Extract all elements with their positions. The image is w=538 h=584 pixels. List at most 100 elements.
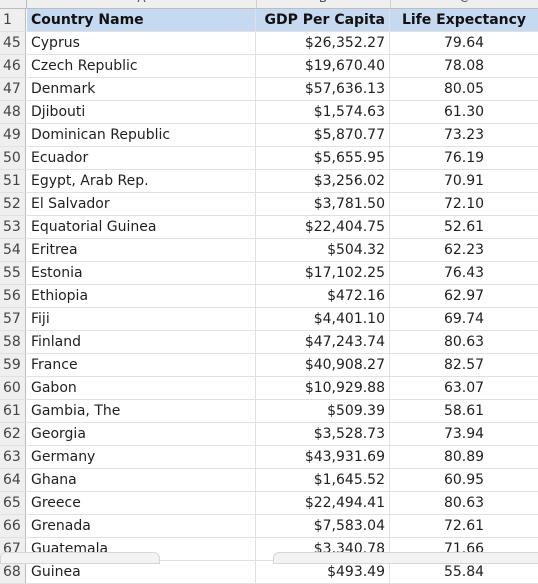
cell-gdp-per-capita[interactable]: $1,645.52 bbox=[256, 469, 390, 491]
cell-gdp-per-capita[interactable]: $7,583.04 bbox=[256, 515, 390, 537]
cell-gdp-per-capita[interactable]: $1,574.63 bbox=[256, 101, 390, 123]
cell-gdp-per-capita[interactable]: $43,931.69 bbox=[256, 446, 390, 468]
cell-life-expectancy[interactable]: 70.91 bbox=[390, 170, 538, 192]
row-number[interactable]: 54 bbox=[0, 239, 26, 261]
cell-life-expectancy[interactable]: 62.23 bbox=[390, 239, 538, 261]
cell-gdp-per-capita[interactable]: $22,494.41 bbox=[256, 492, 390, 514]
cell-country-name[interactable]: Czech Republic bbox=[27, 55, 256, 77]
row-number[interactable]: 53 bbox=[0, 216, 26, 238]
cell-life-expectancy[interactable]: 80.89 bbox=[390, 446, 538, 468]
cell-life-expectancy[interactable]: 72.10 bbox=[390, 193, 538, 215]
cell-life-expectancy[interactable]: 63.07 bbox=[390, 377, 538, 399]
cell-life-expectancy[interactable]: 79.64 bbox=[390, 32, 538, 54]
cell-country-name[interactable]: Greece bbox=[27, 492, 256, 514]
cell-life-expectancy[interactable]: 76.19 bbox=[390, 147, 538, 169]
cell-life-expectancy[interactable]: 80.63 bbox=[390, 492, 538, 514]
cell-gdp-per-capita[interactable]: $22,404.75 bbox=[256, 216, 390, 238]
row-number[interactable]: 57 bbox=[0, 308, 26, 330]
cell-country-name[interactable]: France bbox=[27, 354, 256, 376]
cell-life-expectancy[interactable]: 78.08 bbox=[390, 55, 538, 77]
cell-life-expectancy[interactable]: 82.57 bbox=[390, 354, 538, 376]
header-cell-country-name[interactable]: Country Name bbox=[27, 9, 256, 31]
row-number[interactable]: 56 bbox=[0, 285, 26, 307]
row-number[interactable]: 46 bbox=[0, 55, 26, 77]
cell-gdp-per-capita[interactable]: $57,636.13 bbox=[256, 78, 390, 100]
cell-life-expectancy[interactable]: 55.84 bbox=[390, 561, 538, 583]
cell-life-expectancy[interactable]: 72.61 bbox=[390, 515, 538, 537]
cell-gdp-per-capita[interactable]: $509.39 bbox=[256, 400, 390, 422]
cell-country-name[interactable]: Estonia bbox=[27, 262, 256, 284]
cell-country-name[interactable]: Grenada bbox=[27, 515, 256, 537]
row-number[interactable]: 55 bbox=[0, 262, 26, 284]
cell-gdp-per-capita[interactable]: $4,401.10 bbox=[256, 308, 390, 330]
cell-country-name[interactable]: Eritrea bbox=[27, 239, 256, 261]
cell-country-name[interactable]: Ecuador bbox=[27, 147, 256, 169]
cell-country-name[interactable]: Denmark bbox=[27, 78, 256, 100]
cell-life-expectancy[interactable]: 76.43 bbox=[390, 262, 538, 284]
row-number[interactable]: 60 bbox=[0, 377, 26, 399]
cell-gdp-per-capita[interactable]: $3,781.50 bbox=[256, 193, 390, 215]
cell-gdp-per-capita[interactable]: $5,655.95 bbox=[256, 147, 390, 169]
cell-life-expectancy[interactable]: 80.63 bbox=[390, 331, 538, 353]
cell-country-name[interactable]: Georgia bbox=[27, 423, 256, 445]
cell-country-name[interactable]: Germany bbox=[27, 446, 256, 468]
row-number[interactable]: 45 bbox=[0, 32, 26, 54]
cell-gdp-per-capita[interactable]: $493.49 bbox=[256, 561, 390, 583]
row-number[interactable]: 58 bbox=[0, 331, 26, 353]
cell-country-name[interactable]: Egypt, Arab Rep. bbox=[27, 170, 256, 192]
row-number[interactable]: 51 bbox=[0, 170, 26, 192]
row-number[interactable]: 62 bbox=[0, 423, 26, 445]
row-number[interactable]: 66 bbox=[0, 515, 26, 537]
cell-gdp-per-capita[interactable]: $504.32 bbox=[256, 239, 390, 261]
column-separator[interactable] bbox=[390, 0, 391, 8]
cell-country-name[interactable]: Gambia, The bbox=[27, 400, 256, 422]
cell-life-expectancy[interactable]: 60.95 bbox=[390, 469, 538, 491]
cell-gdp-per-capita[interactable]: $19,670.40 bbox=[256, 55, 390, 77]
cell-country-name[interactable]: Fiji bbox=[27, 308, 256, 330]
cell-country-name[interactable]: Equatorial Guinea bbox=[27, 216, 256, 238]
row-number[interactable]: 1 bbox=[0, 9, 26, 31]
header-cell-life-expectancy[interactable]: Life Expectancy bbox=[390, 9, 538, 31]
cell-country-name[interactable]: Dominican Republic bbox=[27, 124, 256, 146]
row-number[interactable]: 61 bbox=[0, 400, 26, 422]
cell-country-name[interactable]: El Salvador bbox=[27, 193, 256, 215]
cell-country-name[interactable]: Finland bbox=[27, 331, 256, 353]
cell-country-name[interactable]: Guinea bbox=[27, 561, 256, 583]
cell-gdp-per-capita[interactable]: $3,528.73 bbox=[256, 423, 390, 445]
cell-life-expectancy[interactable]: 61.30 bbox=[390, 101, 538, 123]
row-number[interactable]: 59 bbox=[0, 354, 26, 376]
cell-life-expectancy[interactable]: 62.97 bbox=[390, 285, 538, 307]
cell-gdp-per-capita[interactable]: $26,352.27 bbox=[256, 32, 390, 54]
cell-country-name[interactable]: Cyprus bbox=[27, 32, 256, 54]
cell-gdp-per-capita[interactable]: $47,243.74 bbox=[256, 331, 390, 353]
cell-life-expectancy[interactable]: 69.74 bbox=[390, 308, 538, 330]
cell-life-expectancy[interactable]: 80.05 bbox=[390, 78, 538, 100]
row-number[interactable]: 50 bbox=[0, 147, 26, 169]
cell-gdp-per-capita[interactable]: $10,929.88 bbox=[256, 377, 390, 399]
cell-country-name[interactable]: Djibouti bbox=[27, 101, 256, 123]
row-number[interactable]: 48 bbox=[0, 101, 26, 123]
cell-country-name[interactable]: Ghana bbox=[27, 469, 256, 491]
cell-life-expectancy[interactable]: 58.61 bbox=[390, 400, 538, 422]
row-number[interactable]: 64 bbox=[0, 469, 26, 491]
horizontal-scrollbar[interactable] bbox=[273, 552, 538, 564]
cell-country-name[interactable]: Gabon bbox=[27, 377, 256, 399]
row-number[interactable]: 68 bbox=[0, 561, 26, 583]
cell-life-expectancy[interactable]: 73.23 bbox=[390, 124, 538, 146]
row-number[interactable]: 47 bbox=[0, 78, 26, 100]
row-number[interactable]: 52 bbox=[0, 193, 26, 215]
cell-life-expectancy[interactable]: 52.61 bbox=[390, 216, 538, 238]
sheet-tab-bar[interactable] bbox=[0, 552, 160, 564]
cell-gdp-per-capita[interactable]: $17,102.25 bbox=[256, 262, 390, 284]
cell-gdp-per-capita[interactable]: $5,870.77 bbox=[256, 124, 390, 146]
select-all-corner[interactable] bbox=[0, 0, 27, 8]
cell-gdp-per-capita[interactable]: $3,256.02 bbox=[256, 170, 390, 192]
cell-gdp-per-capita[interactable]: $472.16 bbox=[256, 285, 390, 307]
cell-gdp-per-capita[interactable]: $40,908.27 bbox=[256, 354, 390, 376]
header-cell-gdp-per-capita[interactable]: GDP Per Capita bbox=[256, 9, 390, 31]
cell-country-name[interactable]: Ethiopia bbox=[27, 285, 256, 307]
column-separator[interactable] bbox=[256, 0, 257, 8]
cell-life-expectancy[interactable]: 73.94 bbox=[390, 423, 538, 445]
row-number[interactable]: 65 bbox=[0, 492, 26, 514]
row-number[interactable]: 63 bbox=[0, 446, 26, 468]
